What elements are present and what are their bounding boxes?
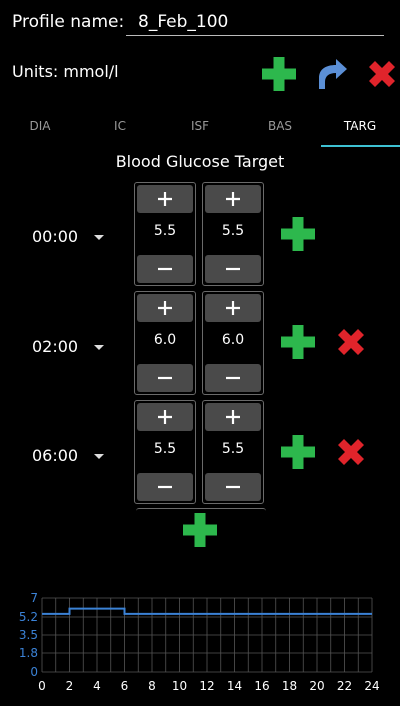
remove-row-button[interactable] (333, 324, 369, 360)
profile-name-row: Profile name: (12, 8, 388, 38)
high-target-spinner: 6.0 (202, 291, 264, 395)
x-tick-label: 8 (148, 679, 156, 693)
add-profile-button[interactable] (261, 56, 297, 92)
tab-dia[interactable]: DIA (0, 108, 80, 148)
time-value: 02:00 (32, 337, 79, 356)
plus-icon (158, 410, 172, 424)
increment-button[interactable] (205, 403, 261, 431)
plus-icon (183, 513, 217, 547)
decrement-button[interactable] (137, 255, 193, 283)
plus-icon (281, 217, 315, 251)
low-target-spinner: 6.0 (134, 291, 196, 395)
y-tick-label: 7 (30, 591, 38, 605)
increment-button[interactable] (205, 294, 261, 322)
plus-icon (262, 57, 296, 91)
decrement-button[interactable] (205, 255, 261, 283)
low-target-value[interactable]: 5.5 (135, 223, 195, 239)
remove-row-button[interactable] (333, 434, 369, 470)
x-tick-label: 4 (93, 679, 101, 693)
redo-arrow-icon (319, 59, 347, 89)
decrement-button[interactable] (137, 364, 193, 392)
time-select-row-1[interactable]: 00:00 (32, 222, 112, 252)
minus-icon (226, 267, 240, 271)
plus-icon (281, 325, 315, 359)
x-tick-label: 18 (282, 679, 297, 693)
profile-name-label: Profile name: (12, 12, 125, 32)
y-tick-label: 5.2 (19, 610, 38, 624)
dropdown-arrow-icon (94, 235, 104, 240)
x-tick-label: 10 (172, 679, 187, 693)
decrement-button[interactable] (205, 364, 261, 392)
low-target-value[interactable]: 5.5 (135, 441, 195, 457)
add-row-button[interactable] (280, 434, 316, 470)
time-value: 00:00 (32, 227, 79, 246)
tab-targ[interactable]: TARG (320, 108, 400, 148)
decrement-button[interactable] (137, 473, 193, 501)
high-target-value[interactable]: 5.5 (203, 223, 263, 239)
x-tick-label: 0 (38, 679, 46, 693)
y-tick-label: 0 (30, 665, 38, 679)
minus-icon (158, 376, 172, 380)
minus-icon (158, 485, 172, 489)
low-target-value[interactable]: 6.0 (135, 332, 195, 348)
x-tick-label: 20 (309, 679, 324, 693)
y-tick-label: 1.8 (19, 646, 38, 660)
x-tick-label: 2 (66, 679, 74, 693)
high-target-spinner: 5.5 (202, 182, 264, 286)
active-tab-indicator (321, 145, 400, 147)
increment-button[interactable] (137, 185, 193, 213)
x-tick-label: 24 (364, 679, 379, 693)
tab-bar: DIA IC ISF BAS TARG (0, 108, 400, 148)
units-label: Units: mmol/l (12, 62, 119, 81)
tab-ic[interactable]: IC (80, 108, 160, 148)
close-x-icon (369, 61, 395, 87)
close-x-icon (338, 439, 364, 465)
time-select-row-2[interactable]: 02:00 (32, 332, 112, 362)
time-select-row-3[interactable]: 06:00 (32, 441, 112, 471)
profile-name-input[interactable] (126, 8, 384, 36)
redo-button[interactable] (314, 56, 350, 92)
delete-profile-button[interactable] (364, 56, 400, 92)
tab-bas[interactable]: BAS (240, 108, 320, 148)
x-tick-label: 12 (199, 679, 214, 693)
close-x-icon (338, 329, 364, 355)
plus-icon (158, 301, 172, 315)
plus-icon (158, 192, 172, 206)
add-row-button[interactable] (280, 324, 316, 360)
dropdown-arrow-icon (94, 454, 104, 459)
dropdown-arrow-icon (94, 345, 104, 350)
low-target-spinner: 5.5 (134, 400, 196, 504)
add-row-button[interactable] (280, 216, 316, 252)
low-target-spinner: 5.5 (134, 182, 196, 286)
plus-icon (281, 435, 315, 469)
x-tick-label: 6 (121, 679, 129, 693)
high-target-value[interactable]: 6.0 (203, 332, 263, 348)
x-tick-label: 14 (227, 679, 242, 693)
increment-button[interactable] (137, 294, 193, 322)
tab-isf[interactable]: ISF (160, 108, 240, 148)
y-tick-label: 3.5 (19, 628, 38, 642)
plus-icon (226, 410, 240, 424)
section-title: Blood Glucose Target (115, 152, 285, 171)
add-row-bottom-button[interactable] (182, 512, 218, 548)
minus-icon (226, 485, 240, 489)
increment-button[interactable] (205, 185, 261, 213)
plus-icon (226, 192, 240, 206)
minus-icon (226, 376, 240, 380)
x-tick-label: 16 (254, 679, 269, 693)
plus-icon (226, 301, 240, 315)
decrement-button[interactable] (205, 473, 261, 501)
high-target-value[interactable]: 5.5 (203, 441, 263, 457)
x-tick-label: 22 (337, 679, 352, 693)
target-profile-graph: 0 2 4 6 8 10 12 14 16 18 20 22 2401.83.55.27 (19, 591, 380, 693)
minus-icon (158, 267, 172, 271)
time-value: 06:00 (32, 446, 79, 465)
increment-button[interactable] (137, 403, 193, 431)
high-target-spinner: 5.5 (202, 400, 264, 504)
